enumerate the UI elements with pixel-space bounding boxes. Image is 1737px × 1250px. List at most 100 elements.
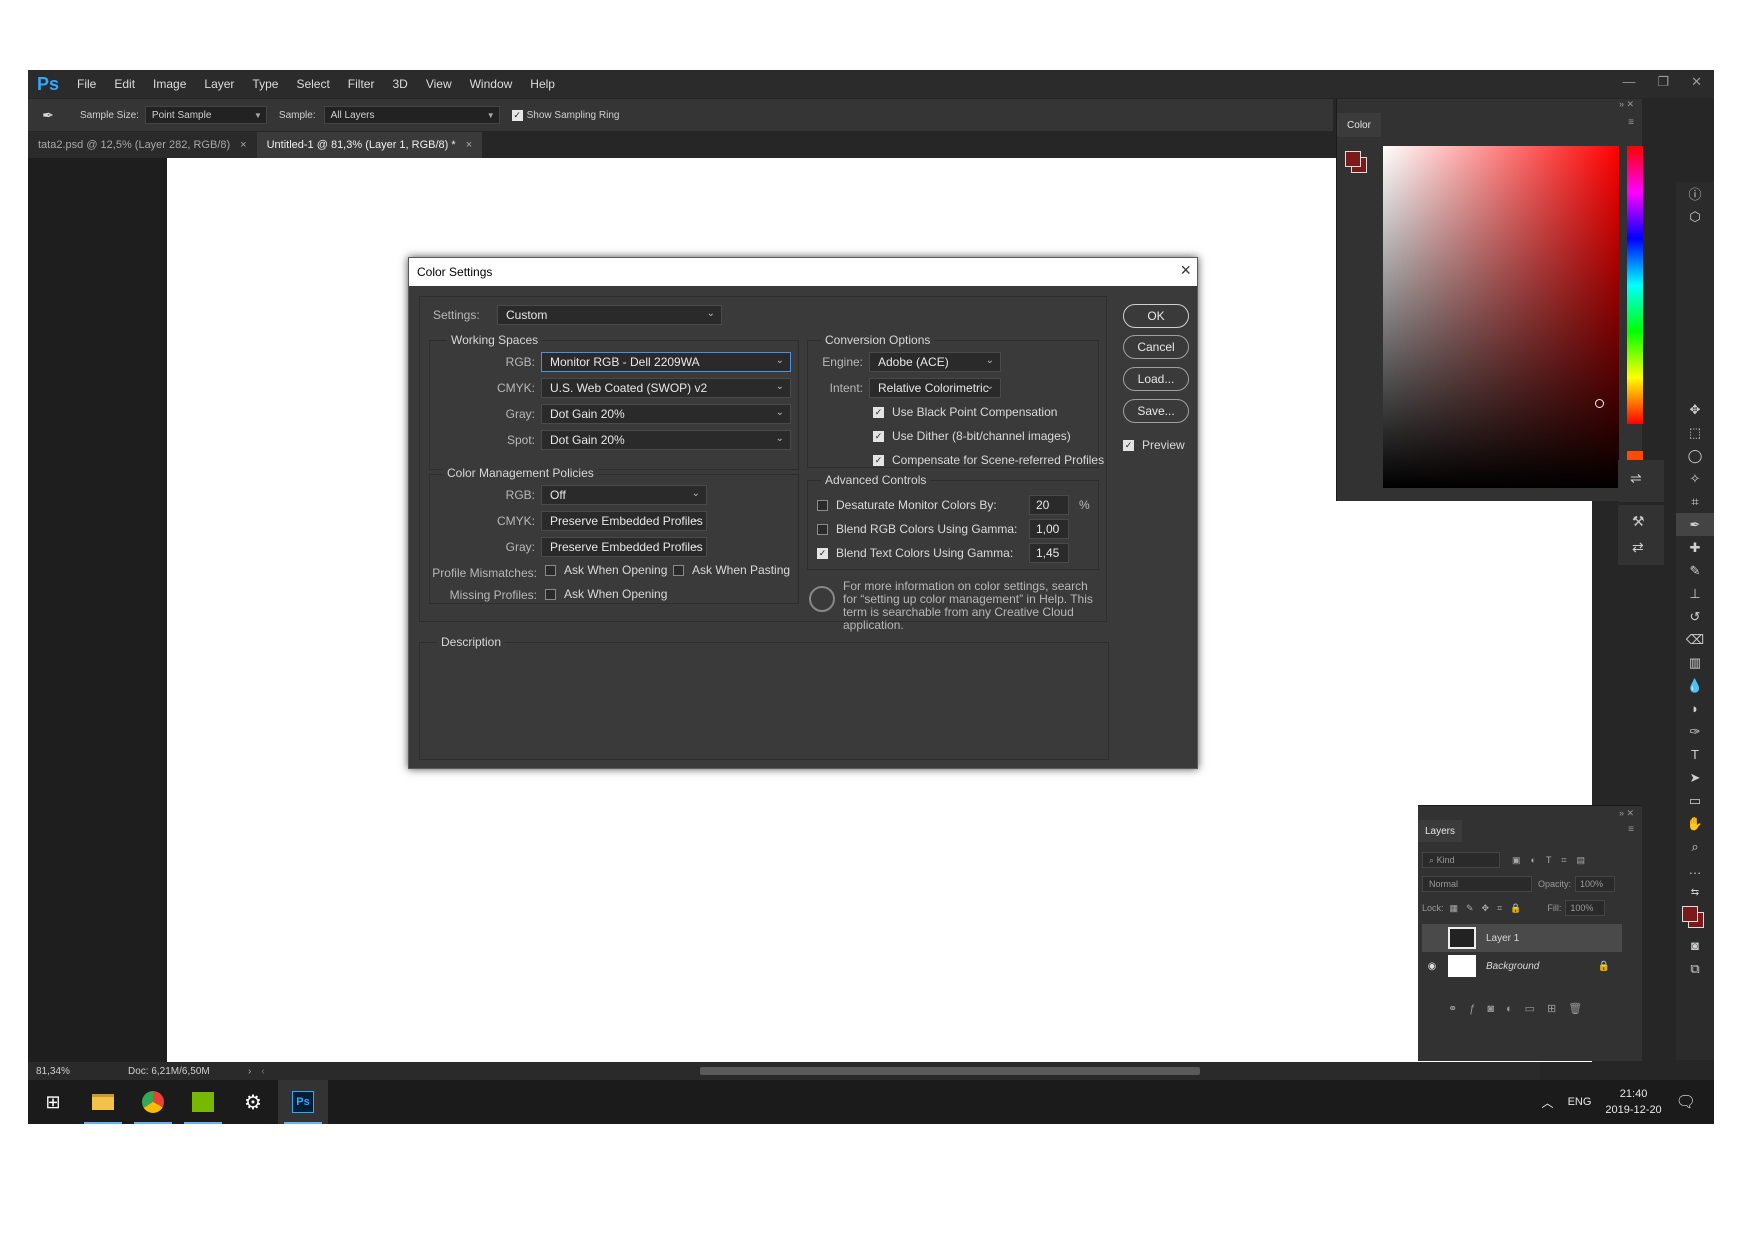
engine-select[interactable]: Adobe (ACE) ⌄ bbox=[869, 352, 1001, 372]
panel-collapse-icon[interactable]: » ✕ bbox=[1619, 99, 1634, 110]
healing-brush-icon[interactable]: ✚ bbox=[1676, 536, 1714, 559]
history-brush-icon[interactable]: ↺ bbox=[1676, 605, 1714, 628]
foreground-color-swatch[interactable] bbox=[1345, 151, 1367, 173]
gradient-tool-icon[interactable]: ▥ bbox=[1676, 651, 1714, 674]
restore-button[interactable]: ❐ bbox=[1657, 74, 1669, 90]
brush-tool-icon[interactable]: ✎ bbox=[1676, 559, 1714, 582]
sample-select[interactable]: All Layers ▼ bbox=[323, 106, 500, 124]
magic-wand-tool-icon[interactable]: ✧ bbox=[1676, 467, 1714, 490]
screen-mode-icon[interactable]: ⧉ bbox=[1676, 957, 1714, 980]
dodge-tool-icon[interactable]: ◗ bbox=[1676, 697, 1714, 720]
checkbox[interactable] bbox=[817, 523, 828, 535]
lasso-tool-icon[interactable]: ◯ bbox=[1676, 444, 1714, 467]
blend-text-gamma[interactable]: ✓ Blend Text Colors Using Gamma: bbox=[817, 546, 1013, 560]
menu-select[interactable]: Select bbox=[287, 77, 338, 91]
close-icon[interactable]: × bbox=[240, 139, 246, 151]
notification-icon[interactable]: 🗨 bbox=[1676, 1092, 1696, 1112]
chrome-icon[interactable] bbox=[128, 1080, 178, 1124]
panel-menu-icon[interactable]: ≡ bbox=[1628, 117, 1634, 128]
brush-presets-icon[interactable]: ⚒ bbox=[1632, 513, 1645, 530]
minimize-button[interactable]: — bbox=[1622, 74, 1635, 90]
filter-type-icons[interactable]: ▣◐T⌗▤ bbox=[1512, 855, 1595, 866]
close-icon[interactable]: × bbox=[466, 139, 472, 151]
info-icon[interactable]: ⓘ bbox=[1676, 182, 1714, 205]
chevron-right-icon[interactable]: › bbox=[248, 1066, 251, 1077]
save-button[interactable]: Save... bbox=[1123, 399, 1189, 423]
hand-tool-icon[interactable]: ✋ bbox=[1676, 812, 1714, 835]
windows-start-icon[interactable]: ⊞ bbox=[28, 1080, 78, 1124]
tab-tata2[interactable]: tata2.psd @ 12,5% (Layer 282, RGB/8) × bbox=[28, 132, 257, 158]
ws-gray-select[interactable]: Dot Gain 20% ⌄ bbox=[541, 404, 791, 424]
checkbox-checked[interactable]: ✓ bbox=[873, 454, 884, 466]
show-sampling-ring-checkbox[interactable]: ✓ bbox=[511, 109, 523, 121]
preview-checkbox[interactable]: ✓ Preview bbox=[1123, 438, 1185, 452]
layer-row-layer-1[interactable]: Layer 1 bbox=[1422, 924, 1622, 952]
checkbox[interactable] bbox=[545, 588, 556, 600]
marquee-tool-icon[interactable]: ⬚ bbox=[1676, 421, 1714, 444]
clone-source-icon[interactable]: ⇄ bbox=[1632, 539, 1644, 556]
cancel-button[interactable]: Cancel bbox=[1123, 335, 1189, 359]
sample-size-select[interactable]: Point Sample ▼ bbox=[144, 106, 267, 124]
horizontal-scrollbar[interactable] bbox=[700, 1067, 1200, 1075]
menu-image[interactable]: Image bbox=[144, 77, 195, 91]
layer-actions-bar[interactable]: ⚭ƒ◙◐▭⊞🗑 bbox=[1448, 1002, 1594, 1015]
tab-color[interactable]: Color bbox=[1337, 113, 1381, 137]
desaturate-monitor-colors[interactable]: Desaturate Monitor Colors By: bbox=[817, 498, 997, 512]
panel-collapse-icon[interactable]: » ✕ bbox=[1619, 808, 1634, 819]
chevron-left-icon[interactable]: ‹ bbox=[261, 1066, 264, 1077]
menu-edit[interactable]: Edit bbox=[105, 77, 144, 91]
eyedropper-tool-icon[interactable]: ✒ bbox=[28, 107, 68, 124]
black-point-compensation[interactable]: ✓ Use Black Point Compensation bbox=[873, 405, 1057, 419]
type-tool-icon[interactable]: T bbox=[1676, 743, 1714, 766]
blend-rgb-gamma-input[interactable]: 1,00 bbox=[1029, 519, 1069, 539]
quick-mask-icon[interactable]: ◙ bbox=[1676, 934, 1714, 957]
color-swatches[interactable] bbox=[1676, 904, 1714, 934]
zoom-tool-icon[interactable]: ⌕ bbox=[1676, 835, 1714, 858]
stamp-tool-icon[interactable]: ⊥ bbox=[1676, 582, 1714, 605]
ws-cmyk-select[interactable]: U.S. Web Coated (SWOP) v2 ⌄ bbox=[541, 378, 791, 398]
nvidia-icon[interactable] bbox=[178, 1080, 228, 1124]
blend-mode-select[interactable]: Normal bbox=[1422, 876, 1532, 892]
eraser-tool-icon[interactable]: ⌫ bbox=[1676, 628, 1714, 651]
intent-select[interactable]: Relative Colorimetric ⌄ bbox=[869, 378, 1001, 398]
fill-input[interactable]: 100% bbox=[1565, 900, 1606, 916]
policy-gray-select[interactable]: Preserve Embedded Profiles ⌄ bbox=[541, 537, 707, 557]
ws-spot-select[interactable]: Dot Gain 20% ⌄ bbox=[541, 430, 791, 450]
ask-when-opening-mismatch[interactable]: Ask When Opening bbox=[545, 563, 667, 577]
settings-select[interactable]: Custom ⌄ bbox=[497, 305, 722, 325]
panel-menu-icon[interactable]: ≡ bbox=[1628, 824, 1634, 835]
3d-icon[interactable]: ⬡ bbox=[1676, 205, 1714, 228]
eye-icon[interactable]: ◉ bbox=[1422, 961, 1442, 972]
clock[interactable]: 21:40 2019-12-20 bbox=[1605, 1086, 1661, 1118]
photoshop-taskbar-icon[interactable]: Ps bbox=[278, 1080, 328, 1124]
menu-window[interactable]: Window bbox=[461, 77, 522, 91]
settings-gear-icon[interactable]: ⚙ bbox=[228, 1080, 278, 1124]
desaturate-input[interactable]: 20 bbox=[1029, 495, 1069, 515]
zoom-level[interactable]: 81,34% bbox=[36, 1066, 116, 1077]
ask-when-pasting[interactable]: Ask When Pasting bbox=[673, 563, 790, 577]
checkbox[interactable] bbox=[673, 564, 684, 576]
file-explorer-icon[interactable] bbox=[78, 1080, 128, 1124]
lock-icons[interactable]: ▦✎✥⌗🔒 bbox=[1450, 903, 1530, 914]
policy-cmyk-select[interactable]: Preserve Embedded Profiles ⌄ bbox=[541, 511, 707, 531]
blend-rgb-gamma[interactable]: Blend RGB Colors Using Gamma: bbox=[817, 522, 1017, 536]
tab-layers[interactable]: Layers bbox=[1418, 820, 1462, 842]
path-selection-icon[interactable]: ➤ bbox=[1676, 766, 1714, 789]
chevron-up-icon[interactable]: ︿ bbox=[1542, 1094, 1554, 1111]
menu-view[interactable]: View bbox=[417, 77, 461, 91]
menu-type[interactable]: Type bbox=[243, 77, 287, 91]
pen-tool-icon[interactable]: ✑ bbox=[1676, 720, 1714, 743]
checkbox-checked[interactable]: ✓ bbox=[817, 547, 828, 559]
checkbox[interactable] bbox=[817, 499, 828, 511]
menu-filter[interactable]: Filter bbox=[339, 77, 384, 91]
move-tool-icon[interactable]: ✥ bbox=[1676, 398, 1714, 421]
layer-row-background[interactable]: ◉ Background 🔒 bbox=[1422, 952, 1622, 980]
menu-layer[interactable]: Layer bbox=[195, 77, 243, 91]
menu-help[interactable]: Help bbox=[521, 77, 564, 91]
hue-slider[interactable] bbox=[1627, 146, 1643, 424]
use-dither[interactable]: ✓ Use Dither (8-bit/channel images) bbox=[873, 429, 1071, 443]
checkbox-checked[interactable]: ✓ bbox=[1123, 439, 1134, 451]
ok-button[interactable]: OK bbox=[1123, 304, 1189, 328]
ws-rgb-select[interactable]: Monitor RGB - Dell 2209WA ⌄ bbox=[541, 352, 791, 372]
blend-text-gamma-input[interactable]: 1,45 bbox=[1029, 543, 1069, 563]
